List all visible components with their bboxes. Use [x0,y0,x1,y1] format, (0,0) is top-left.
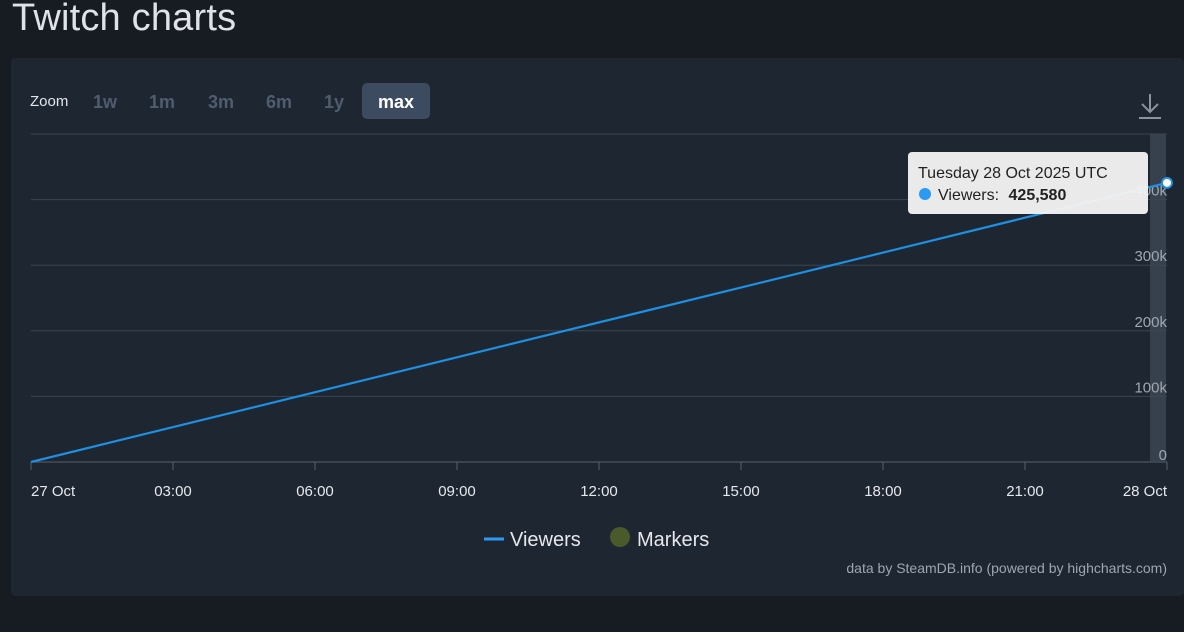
y-tick-label: 300k [1134,248,1167,265]
x-axis-ticks: 27 Oct 03:00 06:00 09:00 12:00 15:00 18:00 21:0… [30,462,1168,500]
series-line-viewers [30,181,1168,464]
download-icon[interactable] [1134,90,1166,122]
legend-viewers-label: Viewers [510,529,581,551]
tooltip: Tuesday 28 Oct 2025 UTC Viewers: 425,580 [908,152,1148,214]
tooltip-line: Viewers: 425,580 [938,187,1066,204]
y-tick-label: 0 [1159,447,1167,464]
zoom-button-1w[interactable]: 1w [93,92,118,112]
tooltip-box [908,152,1148,214]
zoom-button-label: 6m [266,92,292,112]
zoom-button-label: 1y [324,92,344,112]
zoom-button-label: 1m [149,92,175,112]
zoom-button-1y[interactable]: 1y [324,92,344,112]
x-tick-label: 27 Oct [31,483,76,500]
zoom-button-6m[interactable]: 6m [266,92,292,112]
zoom-button-max[interactable]: max [362,83,430,119]
zoom-button-label: 3m [208,92,234,112]
page-title: Twitch charts [12,0,237,39]
y-tick-label: 100k [1134,379,1167,396]
x-tick-label: 06:00 [296,483,334,500]
tooltip-bullet [919,188,931,200]
zoom-button-group: 1w 1m 3m 6m 1y max [93,83,430,119]
chart-panel: Zoom 1w 1m 3m 6m 1y max 0 100k 200k 300k 400k 27 … [11,58,1184,596]
x-tick-label: 18:00 [864,483,902,500]
zoom-button-label: 1w [93,92,118,112]
zoom-button-3m[interactable]: 3m [208,92,234,112]
tooltip-date: Tuesday 28 Oct 2025 UTC [918,165,1108,182]
legend-markers-label: Markers [637,529,709,551]
x-tick-label: 28 Oct [1123,483,1168,500]
x-tick-label: 09:00 [438,483,476,500]
tooltip-series-label: Viewers: [938,187,999,204]
highlighted-point[interactable] [1161,176,1173,189]
chart-credits[interactable]: data by SteamDB.info (powered by highcha… [846,560,1167,576]
tooltip-value: 425,580 [1009,187,1067,204]
zoom-button-label: max [378,92,414,112]
legend-markers-swatch [610,527,630,547]
x-tick-label: 21:00 [1006,483,1044,500]
zoom-button-1m[interactable]: 1m [149,92,175,112]
x-tick-label: 03:00 [154,483,192,500]
zoom-label: Zoom [30,93,68,110]
legend-item-markers[interactable]: Markers [610,527,709,551]
x-tick-label: 15:00 [722,483,760,500]
chart-svg: Zoom 1w 1m 3m 6m 1y max 0100k200k300k400k 27 … [30,83,1173,576]
legend: Viewers Markers [484,527,709,551]
legend-item-viewers[interactable]: Viewers [484,529,581,551]
series-layer [30,176,1173,464]
x-tick-label: 12:00 [580,483,618,500]
y-tick-label: 200k [1134,314,1167,331]
